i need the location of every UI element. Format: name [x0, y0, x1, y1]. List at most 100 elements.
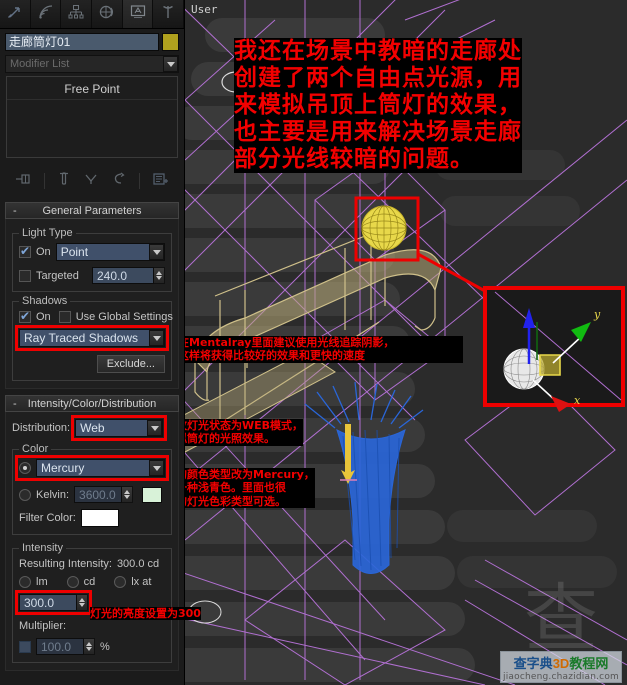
- color-preset-value: Mercury: [41, 461, 85, 475]
- light-type-on-row: On Point: [19, 243, 165, 261]
- unit-lm-radio[interactable]: [19, 576, 31, 588]
- shadows-on-checkbox[interactable]: [19, 309, 31, 323]
- group-title-light-type: Light Type: [19, 227, 76, 239]
- kelvin-radio[interactable]: [19, 488, 31, 501]
- toolbar-divider: [139, 173, 140, 189]
- color-preset-radio[interactable]: [19, 462, 31, 474]
- object-name-input[interactable]: 走廊筒灯01: [5, 33, 159, 51]
- multiplier-value[interactable]: 100.0: [36, 638, 84, 655]
- group-title-shadows: Shadows: [19, 295, 71, 307]
- modifier-stack-item-free-point[interactable]: Free Point: [7, 80, 177, 100]
- distribution-row: Distribution: Web: [12, 415, 172, 441]
- show-end-result-icon[interactable]: [57, 171, 71, 192]
- pin-stack-icon[interactable]: [14, 171, 32, 192]
- annotation-shadow-type: 在Mentalray里面建议使用光线追踪阴影， 这样将获得比较好的效果和更快的速…: [185, 336, 463, 363]
- command-tab-hierarchy[interactable]: [61, 0, 93, 28]
- chevron-down-icon[interactable]: [163, 56, 178, 72]
- light-on-label: On: [36, 246, 51, 258]
- multiplier-checkbox[interactable]: [19, 640, 31, 653]
- command-tab-utilities[interactable]: [153, 0, 185, 28]
- remove-modifier-icon[interactable]: [111, 171, 127, 192]
- modifier-stack[interactable]: Free Point: [6, 76, 178, 158]
- kelvin-stepper[interactable]: 3600.0: [74, 486, 134, 503]
- multiplier-label: Multiplier:: [19, 620, 67, 632]
- intensity-units-row: lm cd lx at: [19, 576, 165, 588]
- rollout-title: General Parameters: [42, 204, 142, 217]
- rollout-general-parameters: - General Parameters Light Type On Point: [5, 202, 179, 389]
- rollout-body-general-parameters: Light Type On Point Targeted 240.0: [5, 219, 179, 389]
- intensity-stepper[interactable]: 300.0: [15, 590, 92, 615]
- command-panel-tab-bar: [0, 0, 185, 29]
- group-title-intensity: Intensity: [19, 542, 66, 554]
- kelvin-row: Kelvin: 3600.0: [19, 486, 165, 503]
- unit-cd-label: cd: [83, 576, 96, 588]
- unit-lx-radio[interactable]: [114, 576, 127, 588]
- multiplier-value-row: 100.0 %: [19, 638, 165, 655]
- annotation-main: 我还在场景中教暗的走廊处 创建了两个自由点光源，用 来模拟吊顶上筒灯的效果， 也…: [234, 38, 522, 173]
- rollout-header-general-parameters[interactable]: - General Parameters: [5, 202, 179, 219]
- target-distance-stepper[interactable]: 240.0: [92, 267, 165, 284]
- radiate-icon: [38, 4, 54, 25]
- filter-color-row: Filter Color:: [19, 509, 165, 527]
- annotation-intensity: 灯光的亮度设置为300: [90, 607, 201, 621]
- target-distance-value[interactable]: 240.0: [92, 267, 154, 284]
- kelvin-color-swatch[interactable]: [142, 486, 163, 503]
- object-color-swatch[interactable]: [162, 33, 179, 51]
- command-tab-display[interactable]: [122, 0, 154, 28]
- exclude-button[interactable]: Exclude...: [96, 355, 165, 373]
- unit-lm-label: lm: [36, 576, 48, 588]
- light-type-dropdown[interactable]: Point: [55, 243, 165, 261]
- filter-color-swatch[interactable]: [80, 509, 119, 527]
- inset-detail-panel: y x: [483, 286, 625, 412]
- 3dsmax-window: 走廊筒灯01 Modifier List Free Point - Genera…: [0, 0, 627, 685]
- annotation-light-color: 灯的颜色类型改为Mercury， 是一种浅青色。里面也很 多的灯光色彩类型可选。: [185, 468, 315, 509]
- object-name-row: 走廊筒灯01: [0, 29, 184, 54]
- chevron-down-icon[interactable]: [149, 244, 164, 260]
- use-global-settings-checkbox[interactable]: [58, 311, 71, 323]
- watermark: 查 查字典3D教程网 jiaocheng.chazidian.com: [500, 575, 622, 683]
- watermark-glyph: 查: [524, 575, 598, 662]
- targeted-checkbox[interactable]: [19, 269, 31, 282]
- svg-text:x: x: [574, 394, 581, 407]
- unit-lx-label: lx at: [131, 576, 152, 588]
- configure-sets-icon[interactable]: [152, 171, 170, 192]
- command-tab-motion[interactable]: [92, 0, 123, 28]
- spinner-arrows-icon[interactable]: [122, 486, 134, 503]
- spinner-arrows-icon[interactable]: [84, 638, 95, 655]
- group-title-color: Color: [19, 443, 52, 455]
- group-light-type: Light Type On Point Targeted 240.0: [12, 227, 172, 292]
- display-monitor-icon: [130, 4, 146, 25]
- shadow-type-dropdown[interactable]: Ray Traced Shadows: [19, 329, 165, 347]
- color-preset-row: Mercury: [15, 455, 169, 481]
- toolbar-divider: [44, 173, 45, 189]
- modifier-list-dropdown[interactable]: Modifier List: [5, 55, 179, 73]
- viewport-user[interactable]: User y x 我还在场景中教暗的走廊处 创建了两个自由点光源，用 来模拟吊顶…: [185, 0, 627, 685]
- color-preset-dropdown[interactable]: Mercury: [36, 459, 165, 477]
- spinner-arrows-icon[interactable]: [77, 594, 88, 611]
- collapse-minus-icon: -: [13, 204, 17, 217]
- unit-cd-radio[interactable]: [66, 576, 79, 588]
- distribution-dropdown[interactable]: Web: [71, 415, 168, 441]
- collapse-minus-icon: -: [13, 397, 17, 410]
- shadows-on-row: On Use Global Settings: [19, 309, 173, 323]
- hammer-icon: [160, 4, 176, 25]
- rollout-header-intensity-color-distribution[interactable]: - Intensity/Color/Distribution: [5, 395, 179, 412]
- command-panel: 走廊筒灯01 Modifier List Free Point - Genera…: [0, 0, 185, 685]
- multiplier-label-row: Multiplier:: [19, 620, 165, 632]
- chevron-down-icon[interactable]: [149, 460, 164, 476]
- light-type-value: Point: [60, 245, 89, 259]
- use-global-settings-label: Use Global Settings: [75, 311, 173, 323]
- kelvin-value[interactable]: 3600.0: [74, 486, 123, 503]
- light-on-checkbox[interactable]: [19, 244, 31, 258]
- make-unique-icon[interactable]: [83, 171, 99, 192]
- chevron-down-icon[interactable]: [149, 330, 164, 346]
- multiplier-stepper[interactable]: 100.0: [36, 638, 95, 655]
- chevron-down-icon[interactable]: [147, 420, 163, 436]
- viewport-label[interactable]: User: [191, 3, 218, 16]
- command-tab-modify[interactable]: [30, 0, 62, 28]
- svg-text:y: y: [593, 308, 601, 321]
- filter-color-label: Filter Color:: [19, 512, 76, 524]
- spinner-arrows-icon[interactable]: [154, 267, 165, 284]
- command-tab-create[interactable]: [0, 0, 31, 28]
- intensity-value[interactable]: 300.0: [19, 594, 77, 611]
